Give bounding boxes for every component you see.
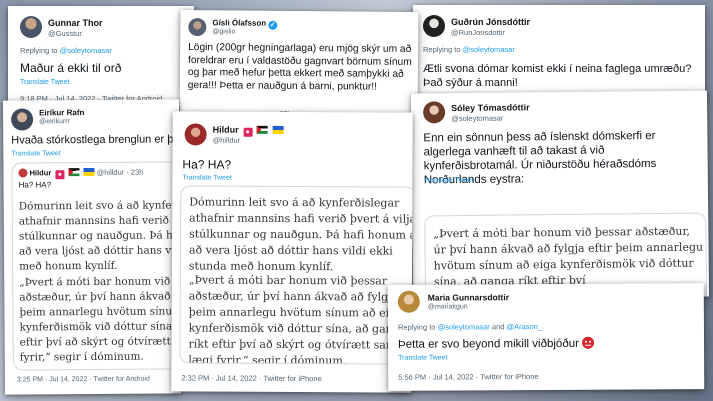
author-name-text[interactable]: Gísli Ólafsson xyxy=(212,18,266,27)
avatar-gisli[interactable] xyxy=(188,18,207,37)
translate-tweet-link[interactable]: Translate Tweet xyxy=(398,355,447,362)
reply-prefix: Replying to xyxy=(20,46,58,55)
tweet-text: Lögin (200gr hegningarlaga) eru mjög ský… xyxy=(187,42,412,93)
flag-ukraine-icon xyxy=(272,125,284,134)
reply-prefix: Replying to xyxy=(397,322,436,332)
verified-badge-icon: ✓ xyxy=(268,20,278,30)
tweet-card-gunnar: Gunnar Thor @Gusstur Replying to @soleyt… xyxy=(8,6,194,106)
tweet-text-content: Þetta er svo beyond mikill viðbjóður xyxy=(398,337,579,351)
quoted-avatar xyxy=(18,168,28,178)
author-handle[interactable]: @mariakgun xyxy=(428,303,468,310)
flag-box-icon: ● xyxy=(243,127,253,137)
tweet-text: Hvaða stórkostlega brenglun er þetta xyxy=(11,133,182,147)
avatar-gunnar[interactable] xyxy=(20,16,42,38)
tweet-text: Þetta er svo beyond mikill viðbjóður xyxy=(398,336,595,351)
flag-ukraine-icon xyxy=(83,167,95,177)
author-name[interactable]: Gunnar Thor xyxy=(48,18,103,28)
quoted-author-name: Hildur xyxy=(29,168,52,178)
translate-tweet-link[interactable]: Translate Tweet xyxy=(182,174,231,181)
tweet-card-eirikur: Eiríkur Rafn @eirikurrr Hvaða stórkostle… xyxy=(2,99,182,395)
translate-tweet-link[interactable]: Translate Tweet xyxy=(20,79,69,86)
quoted-para2: „Þvert á móti bar honum við þessar aðstæ… xyxy=(19,275,182,364)
flag-box-icon: ● xyxy=(55,170,65,180)
avatar-soley[interactable] xyxy=(423,101,446,124)
reply-context: Replying to @soleytomasar and @Arason_ xyxy=(398,322,542,332)
tweet-text: Ha? HA? xyxy=(182,157,232,172)
author-handle[interactable]: @RunJonsdottir xyxy=(451,28,505,37)
reply-mention-link[interactable]: @soleytomasar xyxy=(438,322,490,331)
angry-face-icon xyxy=(582,336,595,349)
tweet-text: Maður á ekki til orð xyxy=(20,61,122,75)
author-name[interactable]: Guðrún Jónsdóttir xyxy=(451,17,530,27)
reply-and: and xyxy=(491,322,505,332)
author-name[interactable]: Eiríkur Rafn xyxy=(39,108,84,117)
tweet-card-gudrun: Guðrún Jónsdóttir @RunJonsdottir Replyin… xyxy=(413,5,705,101)
tweet-card-maria: Maria Gunnarsdottir @mariakgun Replying … xyxy=(387,283,705,391)
author-handle[interactable]: @soleytomasar xyxy=(451,114,503,124)
flag-palestine-icon xyxy=(68,168,80,177)
reply-context: Replying to @soleytomasar xyxy=(423,45,515,54)
image-para2: „Þvert á móti bar honum við þessar aðstæ… xyxy=(188,273,413,365)
quoted-tweet-text: Ha? HA? xyxy=(18,180,52,190)
quoted-time: · 23h xyxy=(126,167,144,177)
author-handle[interactable]: @gislio xyxy=(212,28,235,35)
tweet-timestamp[interactable]: 3:25 PM · Jul 14, 2022 · Twitter for And… xyxy=(17,376,150,384)
translate-tweet-link[interactable]: Translate Tweet xyxy=(11,150,60,157)
quoted-author-handle: @hilldur xyxy=(96,167,125,177)
avatar-gudrun[interactable] xyxy=(423,15,445,37)
avatar-eirikur[interactable] xyxy=(11,108,34,131)
author-handle[interactable]: @Gusstur xyxy=(48,29,82,38)
tweet-text: Ætli svona dómar komist ekki í neina fag… xyxy=(423,63,692,89)
image-para1: Dómurinn leit svo á að kynferðislegar at… xyxy=(188,195,413,274)
tweet-timestamp[interactable]: 2:32 PM · Jul 14, 2022 · Twitter for iPh… xyxy=(181,373,321,383)
tweet-card-gisli: Gísli Ólafsson ✓ @gislio Lögin (200gr heg… xyxy=(179,9,419,123)
tweet-card-hildur: Hildur ● @hilldur Ha? HA? Translate Twee… xyxy=(171,111,413,393)
author-handle[interactable]: @hilldur xyxy=(213,136,241,145)
author-name[interactable]: Sóley Tómasdóttir xyxy=(451,102,530,113)
avatar-maria[interactable] xyxy=(397,290,420,313)
author-name-text[interactable]: Hildur xyxy=(213,125,239,135)
author-name[interactable]: Maria Gunnarsdottir xyxy=(428,292,509,302)
quoted-image-text: „Þvert á móti bar honum við þessar aðstæ… xyxy=(433,224,704,289)
tweet-timestamp[interactable]: 5:56 PM · Jul 14, 2022 · Twitter for iPh… xyxy=(398,372,538,382)
reply-mention-link-2[interactable]: @Arason_ xyxy=(506,322,542,331)
avatar-hildur[interactable] xyxy=(184,123,207,146)
reply-mention-link[interactable]: @soleytomasar xyxy=(463,45,515,54)
reply-prefix: Replying to xyxy=(423,45,461,54)
quoted-tweet-header: Hildur ● @hilldur · 23h xyxy=(18,168,143,180)
reply-context: Replying to @soleytomasar xyxy=(20,46,112,55)
quoted-para1: Dómurinn leit svo á að kynferðislegar at… xyxy=(18,199,182,273)
translate-tweet-link[interactable]: Translate Tweet xyxy=(424,177,473,185)
reply-mention-link[interactable]: @soleytomasar xyxy=(60,46,112,55)
attached-image[interactable]: Dómurinn leit svo á að kynferðislegar at… xyxy=(179,185,413,365)
quoted-tweet[interactable]: Hildur ● @hilldur · 23h Ha? HA? Dómurinn… xyxy=(11,161,182,371)
tweet-card-soley: Sóley Tómasdóttir @soleytomasar Enn ein … xyxy=(410,90,710,300)
flag-palestine-icon xyxy=(256,125,268,134)
author-handle[interactable]: @eirikurrr xyxy=(39,118,70,125)
